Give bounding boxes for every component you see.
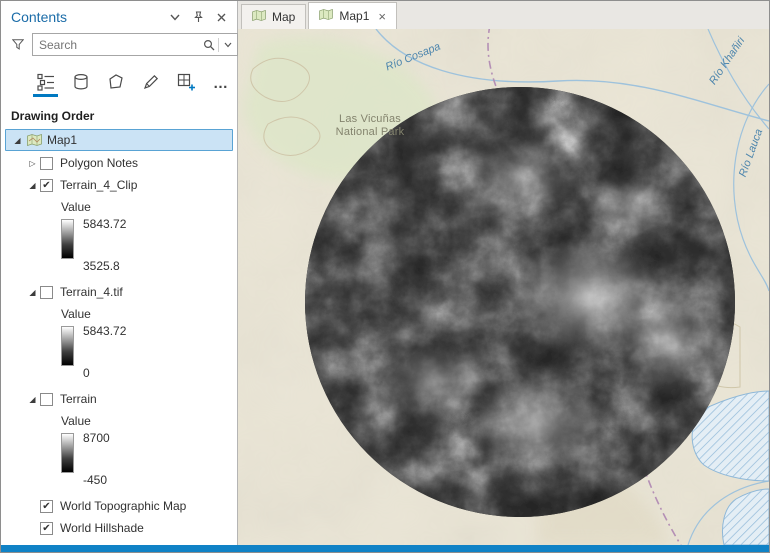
contents-pane: Contents Search … Drawing Order ◢ Map1 ▷… [1, 1, 238, 545]
search-dropdown-chevron-icon[interactable] [219, 34, 237, 55]
bottom-accent-bar [1, 545, 769, 552]
search-box [32, 33, 238, 56]
contents-pane-header: Contents [1, 1, 237, 29]
tab-label: Map [272, 10, 296, 24]
drawing-order-label: Drawing Order [11, 109, 95, 123]
chevron-down-icon[interactable] [169, 11, 181, 23]
list-by-editing-button[interactable] [139, 70, 164, 97]
list-by-drawing-order-button[interactable] [33, 70, 59, 97]
legend-min-value: 0 [83, 366, 90, 380]
legend-min-value: 3525.8 [83, 259, 120, 273]
list-by-data-source-button[interactable] [68, 70, 93, 97]
layer-checkbox[interactable] [40, 392, 53, 406]
map-canvas[interactable] [238, 29, 769, 545]
legend-terrain: Value 8700 -450 [61, 411, 237, 487]
tree-item-label: World Topographic Map [60, 499, 187, 513]
legend-terrain-4-clip: Value 5843.72 3525.8 [61, 197, 237, 273]
legend-values: 5843.72 0 [83, 324, 126, 380]
legend-terrain-4-tif: Value 5843.72 0 [61, 304, 237, 380]
tree-item-label: World Hillshade [60, 521, 144, 535]
tree-item-label: Terrain_4_Clip [60, 178, 138, 192]
legend-color-ramp [61, 326, 74, 366]
legend-values: 5843.72 3525.8 [83, 217, 126, 273]
tab-map[interactable]: Map [241, 4, 307, 29]
legend-max-value: 8700 [83, 431, 110, 445]
tree-item-map1[interactable]: ◢ Map1 [5, 129, 233, 151]
expand-icon[interactable]: ▷ [25, 159, 40, 168]
map-icon [27, 134, 42, 146]
tree-item-label: Polygon Notes [60, 156, 139, 170]
legend-max-value: 5843.72 [83, 324, 127, 338]
legend-value-label: Value [61, 200, 91, 214]
legend-body: 5843.72 3525.8 [61, 217, 237, 273]
search-icon[interactable] [200, 34, 218, 55]
arcgis-pro-window: Contents Search … Drawing Order ◢ Map1 ▷… [0, 0, 770, 553]
expand-icon[interactable]: ◢ [25, 288, 40, 297]
legend-color-ramp [61, 219, 74, 259]
tree-item-terrain[interactable]: ◢ Terrain [1, 388, 237, 410]
tree-item-world-hillshade[interactable]: ✔ World Hillshade [1, 517, 237, 539]
map-viewport[interactable]: Las Vicuñas National Park Río Cosapa Río… [238, 29, 769, 545]
legend-color-ramp [61, 433, 74, 473]
map-icon [319, 8, 334, 23]
pane-title: Contents [11, 9, 68, 25]
tab-map1[interactable]: Map1 × [308, 2, 397, 29]
legend-value-label: Value [61, 414, 91, 428]
tree-item-label: Terrain [60, 392, 97, 406]
search-input[interactable] [33, 37, 200, 52]
tab-close-icon[interactable]: × [378, 10, 386, 23]
close-icon[interactable] [215, 11, 227, 23]
legend-min-value: -450 [83, 473, 108, 487]
legend-body: 8700 -450 [61, 431, 237, 487]
content-row: Contents Search … Drawing Order ◢ Map1 ▷… [1, 1, 769, 545]
list-by-selection-button[interactable] [103, 70, 128, 97]
map-view-area: Map Map1 × Las Vicuñas National Park Río… [238, 1, 769, 545]
filter-icon[interactable] [12, 39, 24, 51]
tree-item-label: Terrain_4.tif [60, 285, 123, 299]
expand-icon[interactable]: ◢ [25, 181, 40, 190]
layer-checkbox[interactable]: ✔ [40, 499, 53, 513]
expand-icon[interactable]: ◢ [25, 395, 40, 404]
expand-icon[interactable]: ◢ [10, 136, 25, 145]
toolbar-more-button[interactable]: … [213, 70, 229, 97]
layer-checkbox[interactable] [40, 156, 53, 170]
layer-checkbox[interactable] [40, 285, 53, 299]
pane-header-icons [169, 11, 227, 23]
tree-item-label: Map1 [47, 133, 78, 147]
tree-item-world-topographic-map[interactable]: ✔ World Topographic Map [1, 495, 237, 517]
list-by-labeling-button[interactable] [174, 70, 199, 97]
layer-checkbox[interactable]: ✔ [40, 521, 53, 535]
legend-body: 5843.72 0 [61, 324, 237, 380]
contents-toolbar: … [1, 63, 237, 97]
tab-label: Map1 [339, 9, 370, 23]
map-icon [252, 9, 266, 24]
tree-item-terrain-4-tif[interactable]: ◢ Terrain_4.tif [1, 281, 237, 303]
legend-max-value: 5843.72 [83, 217, 127, 231]
layer-checkbox[interactable]: ✔ [40, 178, 53, 192]
tree-item-terrain-4-clip[interactable]: ◢ ✔ Terrain_4_Clip [1, 174, 237, 196]
search-row [1, 29, 238, 63]
view-tabbar: Map Map1 × [238, 1, 769, 29]
legend-values: 8700 -450 [83, 431, 110, 487]
legend-value-label: Value [61, 307, 91, 321]
tree-item-polygon-notes[interactable]: ▷ Polygon Notes [1, 152, 237, 174]
pin-icon[interactable] [192, 11, 204, 23]
layer-tree: ◢ Map1 ▷ Polygon Notes ◢ ✔ Terrain_4_Cli… [1, 129, 237, 545]
